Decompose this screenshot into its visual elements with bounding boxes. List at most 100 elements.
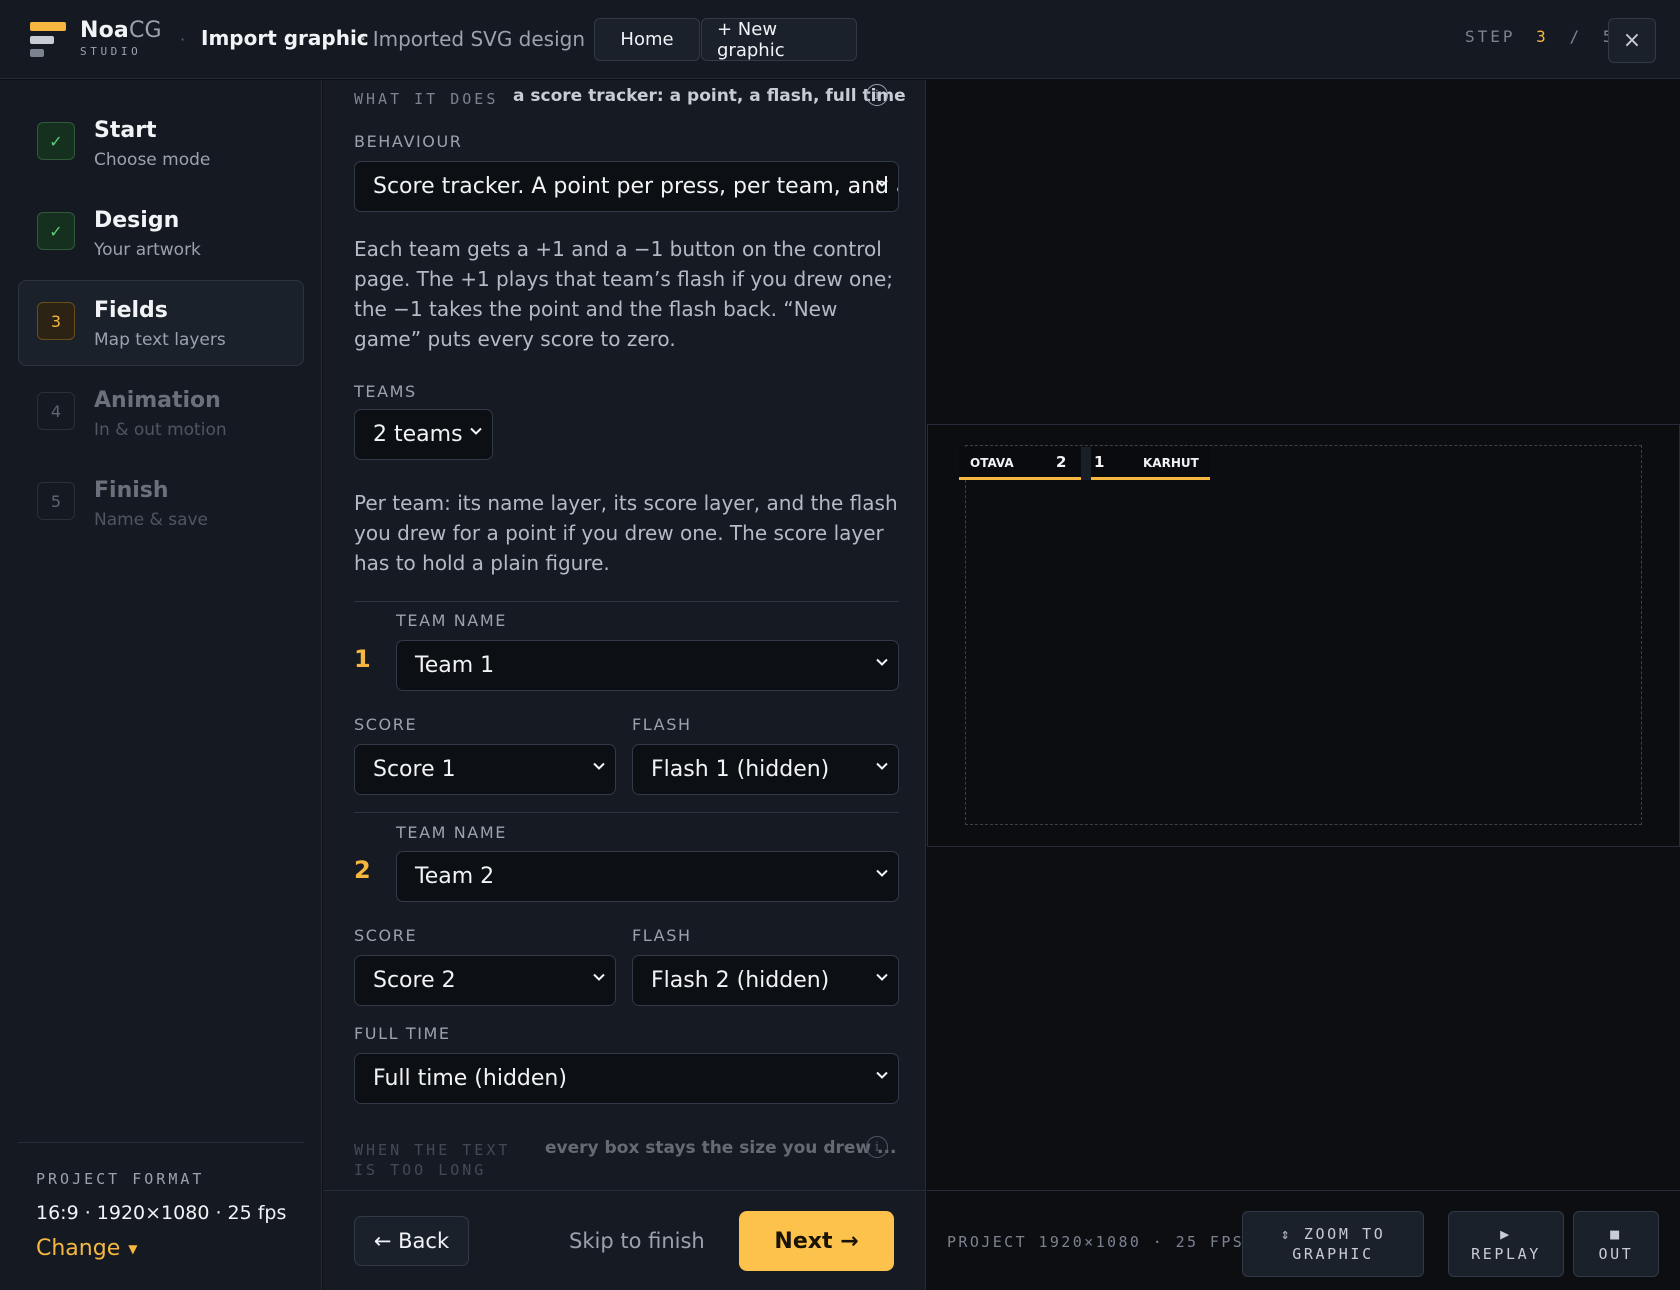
preview-footer: PROJECT 1920×1080 · 25 FPS ⇕ ZOOM TO GRA… xyxy=(927,1190,1680,1290)
replay-button[interactable]: ▶ REPLAY xyxy=(1448,1211,1564,1277)
overflow-label-line-1: WHEN THE TEXT xyxy=(354,1141,511,1159)
sidebar-item-finish[interactable]: 5 Finish Name & save xyxy=(18,460,304,546)
step-number-badge: 4 xyxy=(37,392,75,430)
team-2-score-select[interactable]: Score 2 xyxy=(354,955,616,1006)
sidebar-item-subtitle: In & out motion xyxy=(94,420,227,440)
score-divider xyxy=(1081,447,1091,480)
replay-label: REPLAY xyxy=(1471,1245,1541,1263)
chevron-down-icon xyxy=(876,658,888,666)
zoom-label-line-1: ZOOM TO xyxy=(1303,1225,1386,1243)
stop-icon: ■ xyxy=(1610,1225,1622,1243)
project-info: PROJECT 1920×1080 · 25 FPS xyxy=(947,1233,1245,1251)
team-1-flash-value: Flash 1 (hidden) xyxy=(651,757,830,782)
team-1-flash-select[interactable]: Flash 1 (hidden) xyxy=(632,744,899,795)
project-format-value: 16:9 · 1920×1080 · 25 fps xyxy=(36,1202,287,1224)
sidebar-item-start[interactable]: ✓ Start Choose mode xyxy=(18,100,304,186)
sidebar-item-subtitle: Name & save xyxy=(94,510,209,530)
team-2-score-value: Score 2 xyxy=(373,968,456,993)
what-it-does-value: a score tracker: a point, a flash, full … xyxy=(513,86,906,106)
next-button[interactable]: Next → xyxy=(739,1211,894,1271)
overflow-label-line-2: IS TOO LONG xyxy=(354,1161,487,1179)
page-subtitle: · Imported SVG design xyxy=(360,27,586,51)
score-label: SCORE xyxy=(354,926,418,945)
team-number: 2 xyxy=(354,856,371,884)
divider xyxy=(18,1142,304,1143)
logo-icon xyxy=(30,22,66,58)
team-2-flash-value: Flash 2 (hidden) xyxy=(651,968,830,993)
team-number: 1 xyxy=(354,645,371,673)
zoom-to-graphic-button[interactable]: ⇕ ZOOM TO GRAPHIC xyxy=(1242,1211,1424,1277)
info-icon[interactable]: i xyxy=(866,1136,888,1158)
teams-select-value: 2 teams xyxy=(373,422,463,447)
back-button[interactable]: ← Back xyxy=(354,1216,469,1266)
chevron-down-icon xyxy=(876,179,888,187)
sidebar: ✓ Start Choose mode ✓ Design Your artwor… xyxy=(0,80,322,1290)
zoom-icon: ⇕ xyxy=(1280,1225,1293,1243)
behaviour-select-value: Score tracker. A point per press, per te… xyxy=(373,174,899,199)
team-2-flash-select[interactable]: Flash 2 (hidden) xyxy=(632,955,899,1006)
step-current: 3 xyxy=(1536,27,1549,46)
step-number-badge: 5 xyxy=(37,482,75,520)
score-label: SCORE xyxy=(354,715,418,734)
brand-name-light: CG xyxy=(128,18,162,43)
sidebar-item-design[interactable]: ✓ Design Your artwork xyxy=(18,190,304,276)
team-1-name-select[interactable]: Team 1 xyxy=(396,640,899,691)
change-format-link[interactable]: Change ▼ xyxy=(36,1236,137,1261)
out-label: OUT xyxy=(1598,1245,1634,1263)
step-separator: / xyxy=(1569,27,1583,46)
out-button[interactable]: ■ OUT xyxy=(1573,1211,1659,1277)
behaviour-description: Each team gets a +1 and a −1 button on t… xyxy=(354,237,893,351)
top-bar: NoaCG STUDIO · Import graphic · Imported… xyxy=(0,0,1680,79)
flash-label: FLASH xyxy=(632,926,692,945)
teams-label: TEAMS xyxy=(354,382,417,401)
sidebar-item-subtitle: Choose mode xyxy=(94,150,211,170)
team-2-name: KARHUT xyxy=(1143,456,1199,470)
sidebar-item-animation[interactable]: 4 Animation In & out motion xyxy=(18,370,304,456)
full-time-value: Full time (hidden) xyxy=(373,1066,567,1091)
behaviour-select[interactable]: Score tracker. A point per press, per te… xyxy=(354,161,899,212)
team-1-score-value: Score 1 xyxy=(373,757,456,782)
page-title: Import graphic xyxy=(201,26,369,50)
caret-down-icon: ▼ xyxy=(128,1242,138,1256)
sidebar-item-title: Fields xyxy=(94,298,168,323)
team-2-name-select[interactable]: Team 2 xyxy=(396,851,899,902)
chevron-down-icon xyxy=(876,762,888,770)
sidebar-item-fields[interactable]: 3 Fields Map text layers xyxy=(18,280,304,366)
team-2-name-value: Team 2 xyxy=(415,864,495,889)
overflow-value: every box stays the size you drew ... xyxy=(545,1138,897,1158)
team-1-score-select[interactable]: Score 1 xyxy=(354,744,616,795)
chevron-down-icon xyxy=(876,1071,888,1079)
divider xyxy=(354,601,899,602)
close-button[interactable]: × xyxy=(1608,18,1656,63)
what-it-does-label: WHAT IT DOES xyxy=(354,90,499,108)
home-button[interactable]: Home xyxy=(594,18,700,61)
teams-select[interactable]: 2 teams xyxy=(354,409,493,460)
team-2-score: 1 xyxy=(1094,453,1105,471)
close-icon: × xyxy=(1622,28,1642,53)
preview-panel: OTAVA 2 1 KARHUT PROJECT 1920×1080 · 25 … xyxy=(927,80,1680,1290)
step-indicator: STEP 3 / 5 xyxy=(1465,27,1615,46)
divider xyxy=(354,812,899,813)
sidebar-item-subtitle: Map text layers xyxy=(94,330,226,350)
team-name-label: TEAM NAME xyxy=(396,611,507,630)
check-icon: ✓ xyxy=(37,212,75,250)
info-icon[interactable]: i xyxy=(866,84,888,106)
zoom-label-line-2: GRAPHIC xyxy=(1292,1245,1374,1263)
skip-to-finish-link[interactable]: Skip to finish xyxy=(569,1229,705,1253)
full-time-label: FULL TIME xyxy=(354,1024,451,1043)
team-1-score: 2 xyxy=(1056,453,1067,471)
new-graphic-button[interactable]: + New graphic xyxy=(701,18,857,61)
chevron-down-icon xyxy=(876,973,888,981)
play-icon: ▶ xyxy=(1500,1225,1512,1243)
scorebug-graphic: OTAVA 2 1 KARHUT xyxy=(959,447,1210,480)
chevron-down-icon xyxy=(470,427,482,435)
full-time-select[interactable]: Full time (hidden) xyxy=(354,1053,899,1104)
check-icon: ✓ xyxy=(37,122,75,160)
brand-name-bold: Noa xyxy=(80,18,129,43)
sidebar-item-subtitle: Your artwork xyxy=(94,240,201,260)
preview-canvas[interactable]: OTAVA 2 1 KARHUT xyxy=(927,424,1680,847)
sidebar-item-title: Finish xyxy=(94,478,169,503)
form-footer: ← Back Skip to finish Next → xyxy=(323,1190,925,1290)
sidebar-item-title: Animation xyxy=(94,388,221,413)
step-number-badge: 3 xyxy=(37,302,75,340)
